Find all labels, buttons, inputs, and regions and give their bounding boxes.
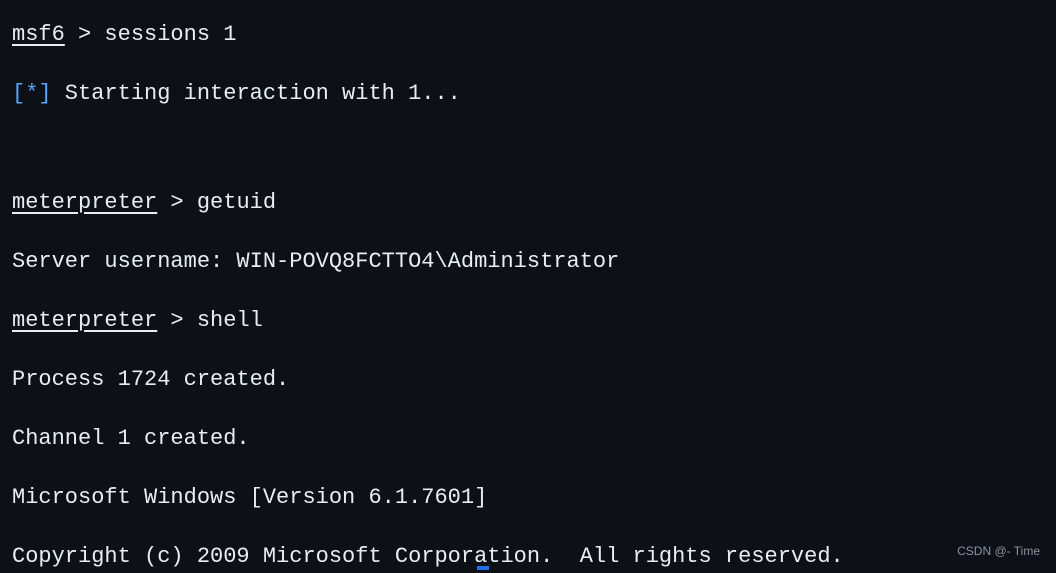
meterpreter-prompt: meterpreter [12,190,157,215]
command-text: shell [197,308,263,333]
output-line: Copyright (c) 2009 Microsoft Corporation… [12,540,1044,573]
command-text: getuid [197,190,276,215]
output-text: Server username: WIN-POVQ8FCTTO4\Adminis… [12,249,619,274]
prompt-separator: > [157,190,197,215]
output-line: Channel 1 created. [12,422,1044,455]
prompt-line: msf6 > sessions 1 [12,18,1044,51]
msf6-prompt: msf6 [12,22,65,47]
meterpreter-prompt: meterpreter [12,308,157,333]
info-marker: [*] [12,81,52,106]
output-text: Copyright (c) 2009 Microsoft Corporation… [12,544,844,569]
prompt-line: meterpreter > shell [12,304,1044,337]
output-line: Microsoft Windows [Version 6.1.7601] [12,481,1044,514]
prompt-separator: > [157,308,197,333]
command-text: sessions 1 [104,22,236,47]
output-text: Process 1724 created. [12,367,289,392]
output-text: Microsoft Windows [Version 6.1.7601] [12,485,487,510]
info-line: [*] Starting interaction with 1... [12,77,1044,110]
info-text: Starting interaction with 1... [52,81,461,106]
prompt-separator: > [65,22,105,47]
scrollbar-indicator[interactable] [477,566,489,570]
output-text: Channel 1 created. [12,426,250,451]
prompt-line: meterpreter > getuid [12,186,1044,219]
output-line: Process 1724 created. [12,363,1044,396]
blank-line [12,136,1044,186]
terminal-output: msf6 > sessions 1 [*] Starting interacti… [12,18,1044,573]
output-line: Server username: WIN-POVQ8FCTTO4\Adminis… [12,245,1044,278]
watermark-text: CSDN @- Time [957,542,1040,560]
